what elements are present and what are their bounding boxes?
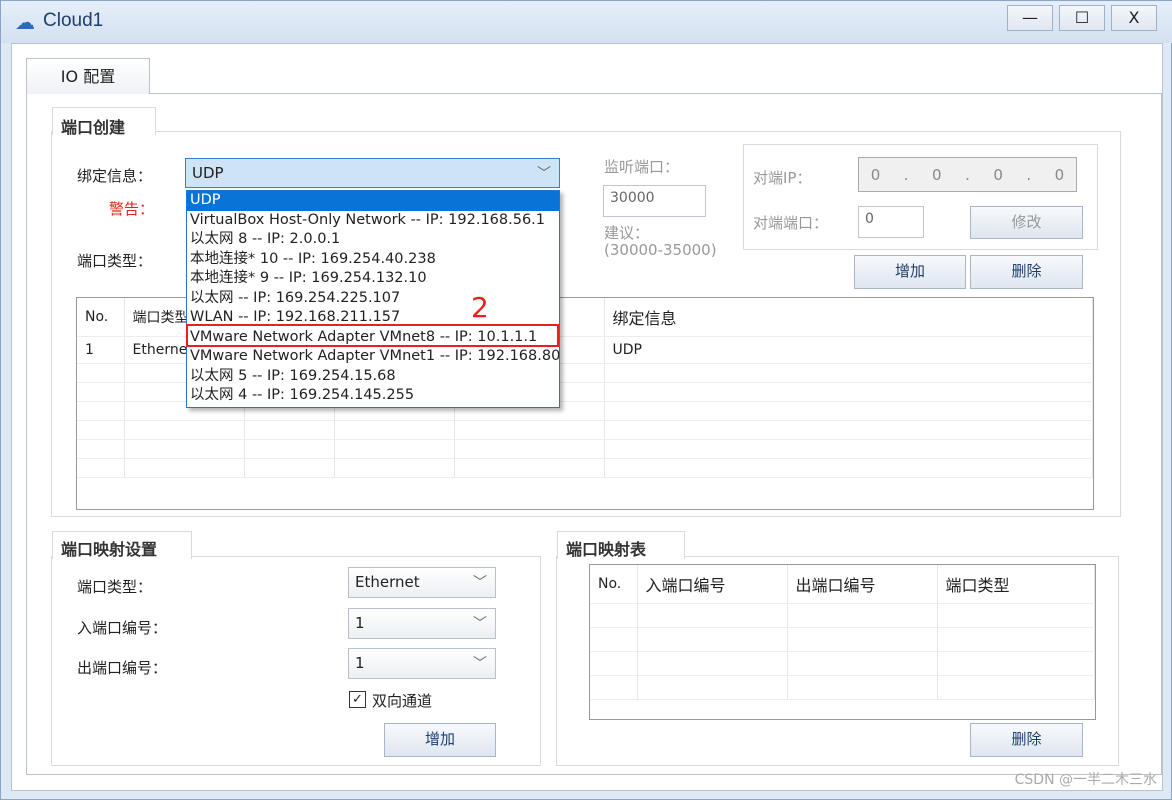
step-annotation: 2 — [471, 291, 489, 324]
dropdown-option[interactable]: VMware Network Adapter VMnet1 -- IP: 192… — [187, 347, 559, 367]
col-no[interactable]: No. — [77, 298, 125, 337]
dropdown-option[interactable]: 以太网 8 -- IP: 2.0.0.1 — [187, 230, 559, 250]
chevron-down-icon: ﹀ — [473, 616, 487, 632]
listen-port-input[interactable]: 30000 — [603, 185, 706, 217]
listen-port-label: 监听端口： — [604, 158, 680, 176]
port-type-label: 端口类型： — [77, 252, 153, 270]
window-title: Cloud1 — [43, 10, 104, 31]
warning-label: 警告： — [109, 200, 155, 218]
ip-octet: 0 — [932, 165, 942, 184]
dropdown-option[interactable]: 本地连接* 10 -- IP: 169.254.40.238 — [187, 250, 559, 270]
peer-ip-input[interactable]: 0.0.0.0 — [858, 157, 1077, 192]
col-binding[interactable]: 绑定信息 — [604, 298, 1093, 337]
map-type-select[interactable]: Ethernet ﹀ — [348, 567, 496, 598]
mapping-table: No. 入端口编号 出端口编号 端口类型 — [589, 564, 1096, 720]
map-table-title: 端口映射表 — [557, 531, 685, 559]
map-type-value: Ethernet — [355, 573, 420, 591]
col-no[interactable]: No. — [590, 565, 638, 604]
bind-dropdown-list[interactable]: UDP VirtualBox Host-Only Network -- IP: … — [186, 190, 560, 408]
in-port-select[interactable]: 1 ﹀ — [348, 608, 496, 639]
close-button[interactable]: X — [1111, 5, 1157, 31]
out-port-value: 1 — [355, 654, 365, 672]
map-type-label: 端口类型： — [77, 578, 153, 596]
chevron-down-icon: ﹀ — [537, 166, 551, 182]
dropdown-option[interactable]: 以太网 5 -- IP: 169.254.15.68 — [187, 367, 559, 387]
bidir-checkbox[interactable]: ✓ — [349, 691, 366, 708]
col-out-port[interactable]: 出端口编号 — [787, 565, 938, 604]
title-bar[interactable]: ☁ Cloud1 — ☐ X — [1, 1, 1172, 43]
mapping-title: 端口映射设置 — [52, 531, 192, 559]
delete-mapping-button[interactable]: 删除 — [970, 723, 1083, 757]
watermark: CSDN @一半二木三水 — [1014, 772, 1157, 788]
col-port-type[interactable]: 端口类型 — [937, 565, 1095, 604]
suggest-range: (30000-35000) — [604, 241, 717, 259]
cloud-icon: ☁ — [15, 10, 35, 34]
cell: 1 — [77, 336, 125, 364]
highlight-box — [186, 324, 559, 347]
minimize-button[interactable]: — — [1007, 5, 1053, 31]
modify-button[interactable]: 修改 — [970, 206, 1083, 239]
peer-ip-label: 对端IP： — [753, 169, 812, 187]
dropdown-option[interactable]: VirtualBox Host-Only Network -- IP: 192.… — [187, 211, 559, 231]
bidir-label: 双向通道 — [372, 692, 433, 710]
peer-port-label: 对端端口： — [753, 214, 829, 232]
ip-octet: 0 — [993, 165, 1003, 184]
tab-io-config[interactable]: IO 配置 — [26, 58, 150, 94]
out-port-select[interactable]: 1 ﹀ — [348, 648, 496, 679]
suggest-label: 建议： — [604, 224, 650, 242]
cell: UDP — [604, 336, 1093, 364]
maximize-button[interactable]: ☐ — [1059, 5, 1105, 31]
in-port-value: 1 — [355, 614, 365, 632]
ip-octet: 0 — [870, 165, 881, 184]
delete-port-button[interactable]: 删除 — [970, 255, 1083, 289]
bind-value: UDP — [192, 164, 224, 182]
add-mapping-button[interactable]: 增加 — [384, 723, 496, 757]
port-create-title: 端口创建 — [52, 107, 156, 137]
peer-port-input[interactable]: 0 — [858, 206, 924, 238]
bind-label: 绑定信息： — [77, 167, 153, 185]
out-port-label: 出端口编号： — [77, 659, 168, 677]
add-port-button[interactable]: 增加 — [854, 255, 966, 289]
chevron-down-icon: ﹀ — [473, 575, 487, 591]
col-in-port[interactable]: 入端口编号 — [637, 565, 788, 604]
bind-select[interactable]: UDP ﹀ — [185, 158, 560, 188]
ip-octet: 0 — [1054, 165, 1065, 184]
dropdown-option[interactable]: 以太网 4 -- IP: 169.254.145.255 — [187, 386, 559, 406]
dropdown-option[interactable]: 本地连接* 9 -- IP: 169.254.132.10 — [187, 269, 559, 289]
dropdown-option[interactable]: UDP — [187, 191, 559, 211]
dropdown-option[interactable]: 以太网 -- IP: 169.254.225.107 — [187, 289, 559, 309]
in-port-label: 入端口编号： — [77, 619, 168, 637]
window: ☁ Cloud1 — ☐ X IO 配置 端口创建 绑定信息： UDP ﹀ 警告：… — [0, 0, 1172, 800]
chevron-down-icon: ﹀ — [473, 656, 487, 672]
